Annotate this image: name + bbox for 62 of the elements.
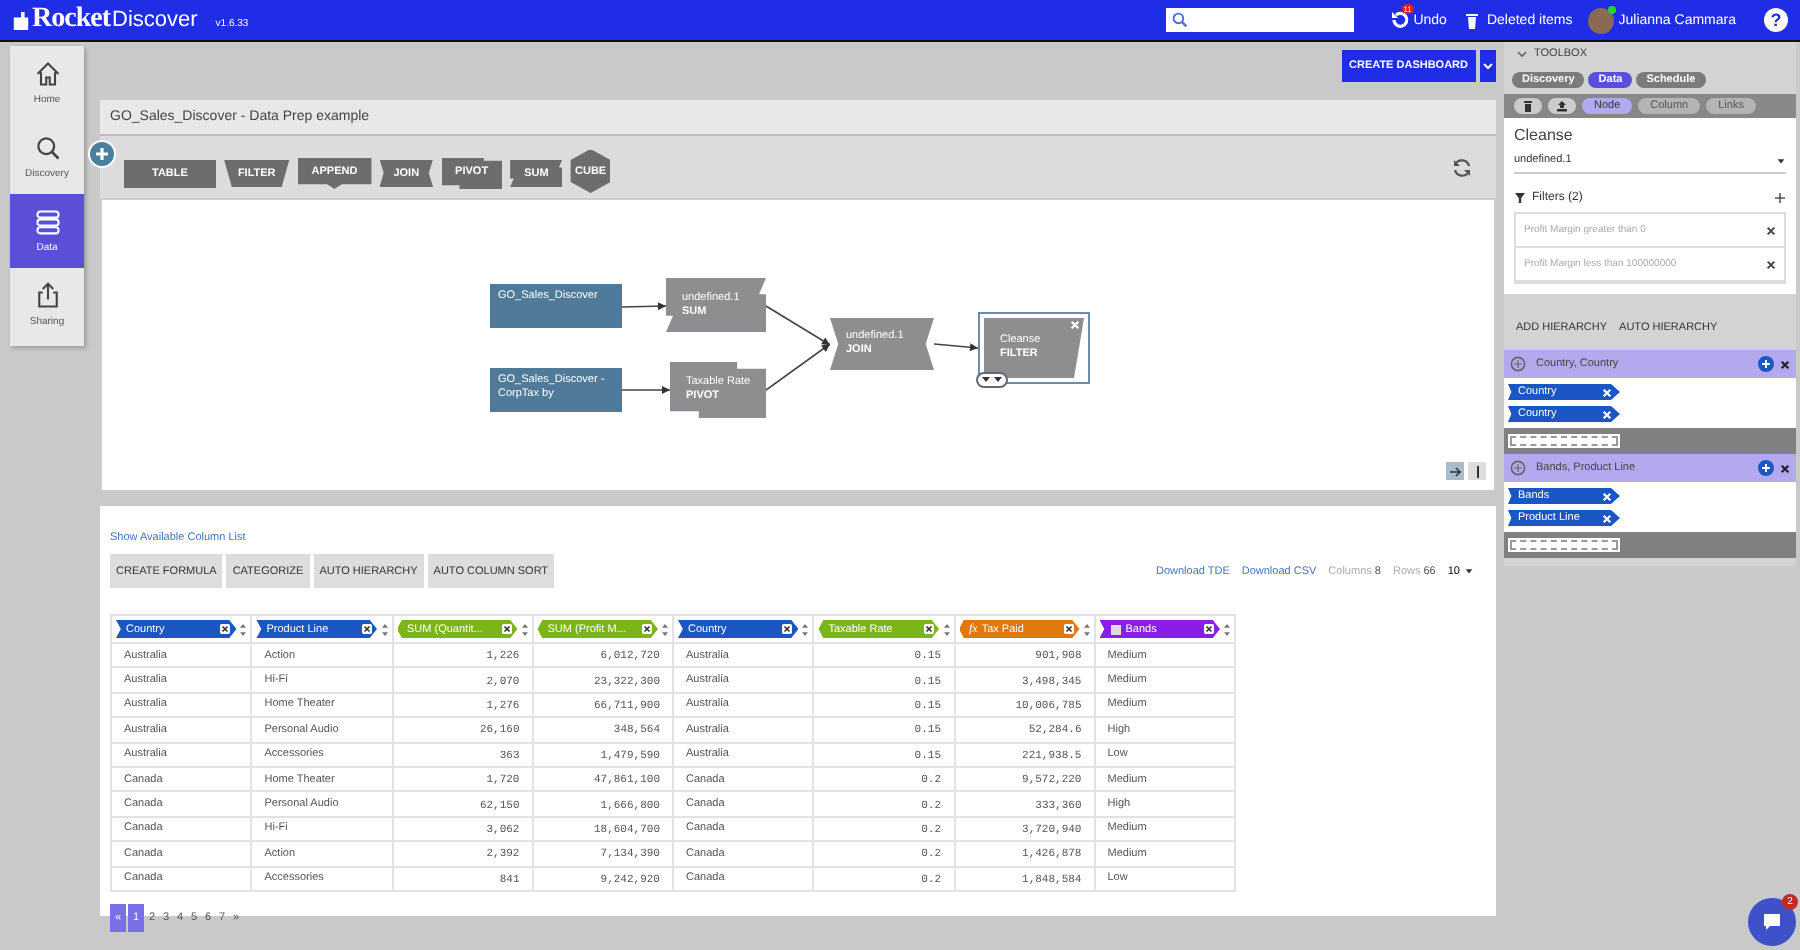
sort-icon[interactable] xyxy=(662,621,668,637)
close-icon[interactable] xyxy=(1063,624,1074,634)
search-icon xyxy=(1171,12,1188,28)
connector-arrow xyxy=(934,338,978,354)
search-icon xyxy=(33,134,61,162)
upload-button[interactable] xyxy=(1548,98,1576,114)
help-button[interactable]: ? xyxy=(1764,8,1788,32)
logo-icon xyxy=(12,11,30,29)
drag-handle-icon[interactable] xyxy=(1510,356,1526,372)
close-icon[interactable] xyxy=(361,624,371,634)
connector-arrow xyxy=(766,299,830,350)
close-icon[interactable] xyxy=(1780,463,1790,473)
delete-button[interactable] xyxy=(1514,98,1542,114)
vertical-bar-icon xyxy=(1471,465,1483,477)
filter-icon xyxy=(1514,192,1526,204)
close-icon[interactable] xyxy=(220,624,231,634)
trash-icon xyxy=(1462,10,1483,30)
chat-bubble-icon xyxy=(1762,912,1782,932)
sort-icon[interactable] xyxy=(381,621,387,637)
filter-icon[interactable] xyxy=(976,372,1008,388)
caret-icon xyxy=(1482,60,1494,72)
close-icon[interactable] xyxy=(501,624,512,634)
trash-icon xyxy=(1522,100,1534,112)
plus-icon[interactable] xyxy=(1774,192,1786,204)
logo-suffix: Discover xyxy=(112,8,198,32)
arrow-icon xyxy=(1449,465,1461,477)
expand-button[interactable] xyxy=(1468,462,1486,480)
plus-icon xyxy=(94,146,110,162)
dropdown-button[interactable] xyxy=(1480,50,1496,82)
sort-icon[interactable] xyxy=(943,621,949,637)
add-button[interactable] xyxy=(88,140,116,168)
sort-icon[interactable] xyxy=(1224,621,1230,637)
node-title: Cleanse xyxy=(1514,126,1575,144)
close-icon[interactable] xyxy=(1766,259,1776,269)
connector-arrow xyxy=(622,299,666,312)
connector-arrow xyxy=(622,384,670,396)
add-level-icon[interactable] xyxy=(1758,460,1774,476)
close-icon[interactable] xyxy=(642,624,652,634)
close-icon[interactable] xyxy=(1766,225,1776,235)
refresh-icon[interactable] xyxy=(1452,158,1472,178)
bands-icon xyxy=(1109,623,1122,635)
undo-icon xyxy=(1389,10,1410,30)
fit-button[interactable] xyxy=(1446,462,1464,480)
share-icon xyxy=(33,282,61,310)
close-icon[interactable] xyxy=(782,624,793,634)
caret-icon xyxy=(1464,566,1474,576)
drag-handle-icon[interactable] xyxy=(1510,460,1526,476)
database-icon xyxy=(33,208,61,236)
close-icon[interactable] xyxy=(1204,624,1214,634)
close-icon[interactable] xyxy=(1780,359,1790,369)
avatar[interactable] xyxy=(1588,7,1615,33)
upload-icon xyxy=(1556,100,1568,112)
close-icon[interactable] xyxy=(923,624,933,634)
add-level-icon[interactable] xyxy=(1758,356,1774,372)
caret-icon xyxy=(1776,155,1786,165)
drop-zone[interactable] xyxy=(1508,434,1620,448)
search-field[interactable] xyxy=(1165,8,1354,32)
drop-zone[interactable] xyxy=(1508,538,1620,552)
home-icon xyxy=(33,60,61,88)
connector-arrow xyxy=(766,338,830,396)
chevron-icon[interactable] xyxy=(1516,48,1528,60)
logo-text: Rocket xyxy=(32,4,110,36)
